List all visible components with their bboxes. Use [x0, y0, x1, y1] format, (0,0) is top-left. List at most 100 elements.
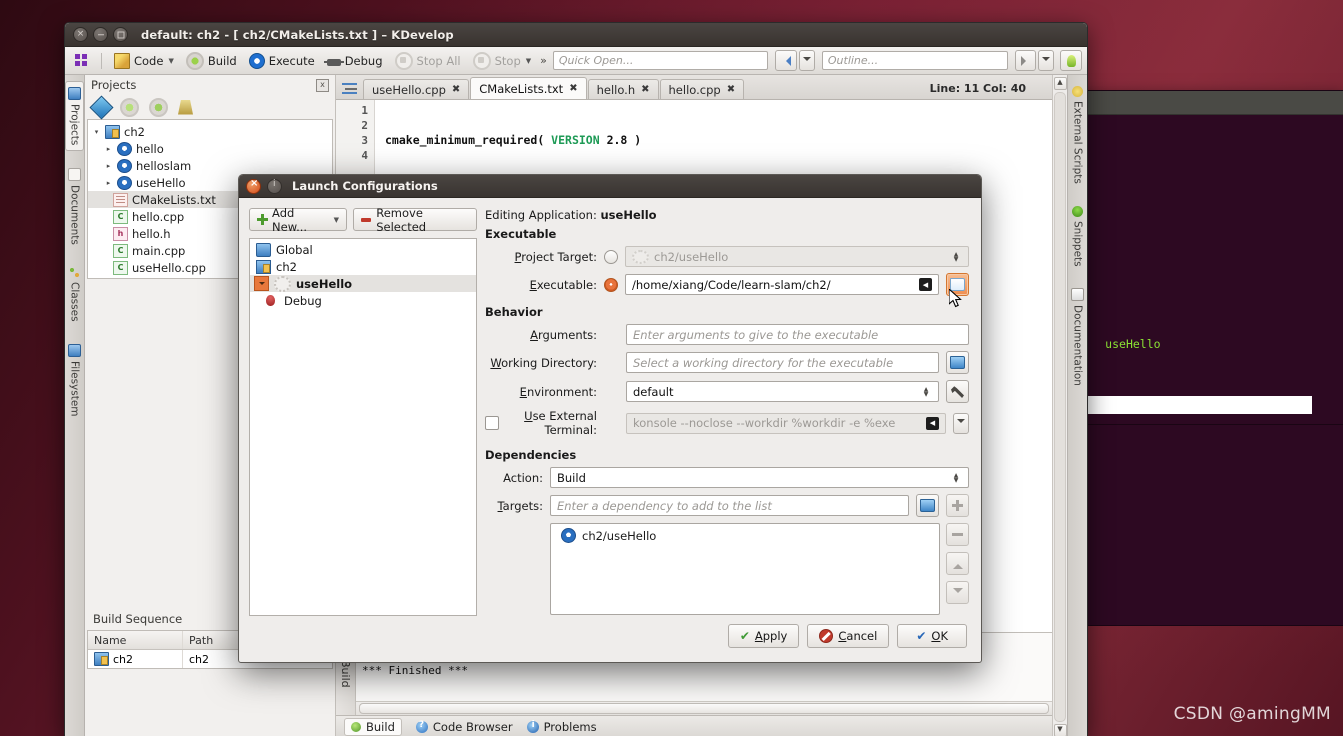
status-tab-build[interactable]: Build	[344, 717, 402, 736]
twisty-icon[interactable]: ▸	[104, 179, 113, 187]
build-output-hscrollbar[interactable]	[356, 701, 1052, 715]
config-tree-row[interactable]: Debug	[250, 292, 476, 309]
external-terminal-dropdown[interactable]	[953, 412, 969, 434]
sidebar-item-snippets[interactable]: Snippets	[1070, 201, 1086, 272]
list-item[interactable]: ch2/useHello	[551, 527, 939, 544]
remove-selected-button[interactable]: Remove Selected	[353, 206, 477, 234]
external-terminal-input[interactable]: konsole --noclose --workdir %workdir -e …	[626, 412, 946, 434]
code-button[interactable]: Code ▼	[109, 51, 179, 71]
back-button[interactable]	[775, 50, 798, 71]
open-project-icon[interactable]	[89, 94, 114, 120]
twisty-icon[interactable]: ▾	[92, 128, 101, 136]
working-directory-input[interactable]: Select a working directory for the execu…	[626, 352, 939, 373]
tab-hello-h[interactable]: hello.h ✖	[587, 79, 659, 99]
dialog-help-button[interactable]	[267, 178, 282, 194]
build-selection-icon[interactable]	[120, 97, 139, 117]
window-maximize-button[interactable]	[113, 27, 128, 42]
stop-all-button[interactable]: Stop All	[390, 50, 466, 72]
document-list-icon[interactable]	[342, 83, 357, 96]
tab-useHello-cpp[interactable]: useHello.cpp ✖	[363, 79, 470, 99]
expander-icon[interactable]	[254, 276, 269, 291]
scrollbar-thumb[interactable]	[359, 703, 1049, 714]
clear-icon[interactable]	[919, 278, 932, 291]
sidebar-item-external-scripts[interactable]: External Scripts	[1070, 81, 1086, 189]
browse-targets-button[interactable]	[916, 494, 939, 517]
tab-hello-cpp[interactable]: hello.cpp ✖	[659, 79, 745, 99]
project-target-radio[interactable]	[604, 249, 618, 264]
launch-config-tree[interactable]: Global ch2 useHello Debug	[249, 238, 477, 616]
twisty-icon[interactable]: ▸	[104, 162, 113, 170]
clear-icon[interactable]	[926, 416, 939, 430]
status-tab-code-browser[interactable]: Code Browser	[415, 720, 513, 734]
overflow-icon[interactable]: »	[540, 54, 547, 67]
window-titlebar[interactable]: default: ch2 - [ ch2/CMakeLists.txt ] – …	[65, 23, 1087, 47]
debug-label: Debug	[344, 53, 383, 68]
ok-button[interactable]: ✔ OK	[897, 624, 967, 648]
window-minimize-button[interactable]	[93, 27, 108, 42]
close-icon[interactable]: ✖	[569, 83, 577, 94]
add-target-button[interactable]	[946, 494, 969, 517]
tree-row[interactable]: ▾ ch2	[88, 123, 332, 140]
twisty-icon[interactable]: ▸	[104, 145, 113, 153]
spinner-icon[interactable]: ▲ ▼	[920, 386, 932, 397]
back-dropdown-button[interactable]	[799, 50, 815, 71]
ok-label: OK	[931, 629, 948, 643]
close-icon[interactable]: ✖	[641, 84, 649, 95]
environment-combo[interactable]: default ▲ ▼	[626, 381, 939, 402]
config-tree-row[interactable]: ch2	[250, 258, 476, 275]
sidebar-item-filesystem[interactable]: Filesystem	[66, 339, 83, 422]
executable-input[interactable]: /home/xiang/Code/learn-slam/ch2/	[625, 274, 939, 295]
move-target-down-button[interactable]	[946, 581, 969, 604]
sidebar-item-documentation[interactable]: Documentation	[1069, 283, 1086, 391]
scroll-up-button[interactable]: ▲	[1053, 77, 1067, 90]
arguments-input[interactable]: Enter arguments to give to the executabl…	[626, 324, 969, 345]
apply-button[interactable]: ✔ Apply	[727, 624, 800, 648]
forward-dropdown-button[interactable]	[1038, 50, 1055, 71]
dialog-titlebar[interactable]: Launch Configurations	[239, 175, 981, 198]
action-combo[interactable]: Build ▲ ▼	[550, 467, 969, 488]
scrollbar-track[interactable]	[1054, 92, 1066, 722]
targets-list[interactable]: ch2/useHello	[550, 523, 940, 615]
install-selection-icon[interactable]	[149, 97, 168, 117]
tree-row[interactable]: ▸ hello	[88, 140, 332, 157]
tree-row[interactable]: ▸ helloslam	[88, 157, 332, 174]
close-icon[interactable]: x	[316, 78, 329, 92]
spinner-icon[interactable]: ▲ ▼	[950, 251, 962, 262]
use-external-terminal-checkbox[interactable]	[485, 416, 499, 430]
sidebar-item-projects[interactable]: Projects	[65, 81, 84, 152]
stop-button[interactable]: Stop ▼	[468, 50, 537, 72]
close-icon[interactable]: ✖	[727, 84, 735, 95]
cancel-button[interactable]: Cancel	[807, 624, 890, 648]
remove-target-button[interactable]	[946, 523, 969, 546]
session-menu-button[interactable]	[70, 52, 94, 70]
move-target-up-button[interactable]	[946, 552, 969, 575]
target-icon	[632, 249, 649, 264]
outline-input[interactable]: Outline...	[821, 51, 1008, 70]
project-target-combo[interactable]: ch2/useHello ▲ ▼	[625, 246, 969, 267]
close-icon[interactable]: ✖	[452, 84, 460, 95]
scroll-down-button[interactable]: ▼	[1053, 724, 1067, 736]
config-tree-row[interactable]: Global	[250, 241, 476, 258]
dialog-close-button[interactable]	[246, 178, 261, 194]
status-tab-problems[interactable]: Problems	[526, 720, 597, 734]
add-new-button[interactable]: Add New... ▼	[249, 206, 348, 234]
configure-environment-button[interactable]	[946, 380, 969, 403]
spinner-icon[interactable]: ▲ ▼	[950, 472, 962, 483]
forward-button[interactable]	[1014, 50, 1037, 71]
executable-radio[interactable]	[604, 277, 618, 292]
execute-button[interactable]: Execute	[244, 51, 320, 71]
build-output-line: *** Finished ***	[362, 664, 468, 677]
config-tree-row-selected[interactable]: useHello	[250, 275, 476, 292]
quick-open-input[interactable]: Quick Open...	[552, 51, 769, 70]
browse-working-directory-button[interactable]	[946, 351, 969, 374]
debug-button[interactable]: Debug	[322, 52, 388, 70]
clean-selection-icon[interactable]	[178, 99, 193, 115]
tab-CMakeLists-txt[interactable]: CMakeLists.txt ✖	[470, 77, 587, 99]
sidebar-item-documents[interactable]: Documents	[66, 163, 83, 250]
editor-vertical-scrollbar[interactable]: ▲ ▼	[1052, 75, 1067, 736]
hints-button[interactable]	[1060, 50, 1082, 71]
targets-input[interactable]: Enter a dependency to add to the list	[550, 495, 909, 516]
window-close-button[interactable]	[73, 27, 88, 42]
sidebar-item-classes[interactable]: Classes	[67, 262, 83, 327]
build-button[interactable]: Build	[181, 50, 242, 72]
